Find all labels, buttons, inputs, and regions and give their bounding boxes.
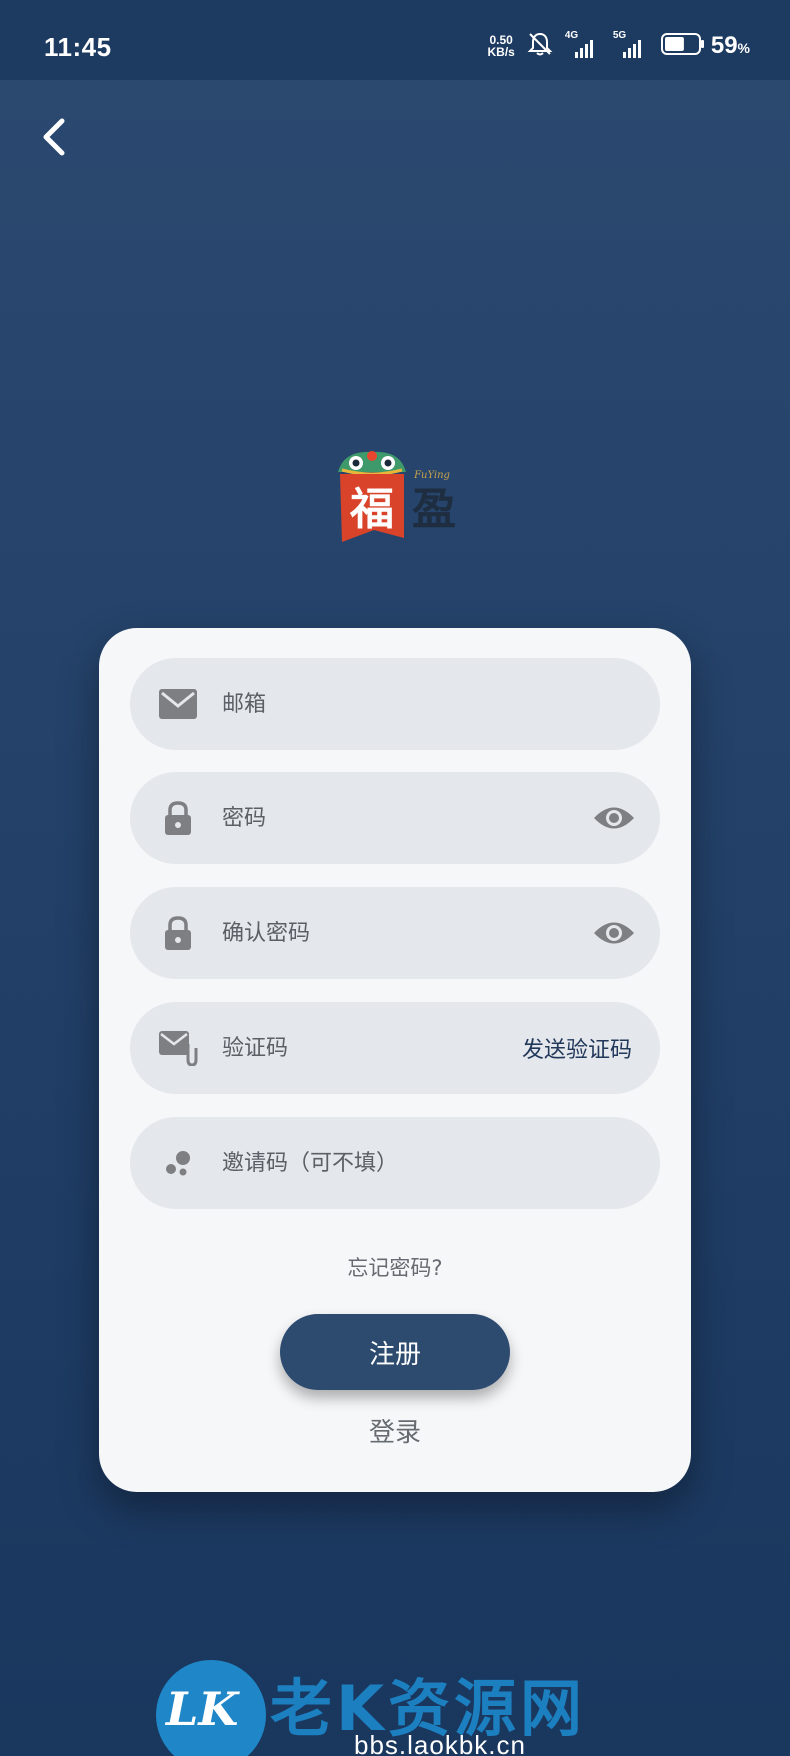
code-input[interactable] <box>222 1002 522 1094</box>
status-bar: 11:45 0.50 KB/s 4G 5G 59% <box>0 0 790 80</box>
battery-icon <box>660 33 705 59</box>
watermark-url: bbs.laokbk.cn <box>354 1730 526 1756</box>
eye-icon <box>594 922 634 944</box>
battery-percent-unit: % <box>737 40 750 56</box>
battery: 59% <box>660 32 750 60</box>
app-logo: 福 盈 FuYing <box>334 446 460 546</box>
code-field-container[interactable]: 发送验证码 <box>130 1002 660 1094</box>
mail-icon <box>156 682 200 726</box>
net-speed: 0.50 KB/s <box>488 34 515 58</box>
status-icons: 0.50 KB/s 4G 5G 59% <box>488 30 751 62</box>
net-speed-unit: KB/s <box>487 45 515 59</box>
chevron-left-icon <box>43 118 65 156</box>
lock-icon <box>156 911 200 955</box>
battery-percent: 59% <box>711 32 750 60</box>
password-input[interactable] <box>222 772 522 864</box>
logo-char-2: 盈 <box>412 484 456 535</box>
battery-percent-value: 59 <box>710 32 738 59</box>
signal-5g: 5G <box>613 30 649 58</box>
lock-icon <box>156 796 200 840</box>
watermark-badge-text: LK <box>166 1682 239 1736</box>
logo-small-text: FuYing <box>413 470 450 481</box>
invite-field-container[interactable] <box>130 1117 660 1209</box>
toggle-confirm-password-visibility[interactable] <box>590 913 638 953</box>
signal-4g: 4G <box>565 30 601 58</box>
confirm-password-input[interactable] <box>222 887 522 979</box>
register-button[interactable]: 注册 <box>280 1314 510 1390</box>
eye-icon <box>594 807 634 829</box>
password-field-container[interactable] <box>130 772 660 864</box>
mail-attachment-icon <box>156 1026 200 1070</box>
email-input[interactable] <box>222 658 522 750</box>
confirm-password-field-container[interactable] <box>130 887 660 979</box>
forgot-password-link[interactable]: 忘记密码? <box>99 1252 691 1282</box>
invite-input[interactable] <box>222 1117 622 1209</box>
toggle-password-visibility[interactable] <box>590 798 638 838</box>
send-code-button[interactable]: 发送验证码 <box>522 1002 632 1094</box>
signal-bars-icon <box>574 40 593 58</box>
back-button[interactable] <box>34 112 74 162</box>
logo-char-1: 福 <box>349 484 394 535</box>
lion-head-graphic <box>338 451 406 476</box>
login-link[interactable]: 登录 <box>99 1412 691 1449</box>
register-card: 发送验证码 忘记密码? 注册 登录 <box>99 628 691 1492</box>
signal-bars-icon <box>622 40 641 58</box>
dots-icon <box>156 1141 200 1185</box>
status-time: 11:45 <box>44 32 112 62</box>
watermark: LK 老K资源网 bbs.laokbk.cn <box>150 1632 640 1756</box>
bell-muted-icon <box>527 31 553 61</box>
email-field-container[interactable] <box>130 658 660 750</box>
